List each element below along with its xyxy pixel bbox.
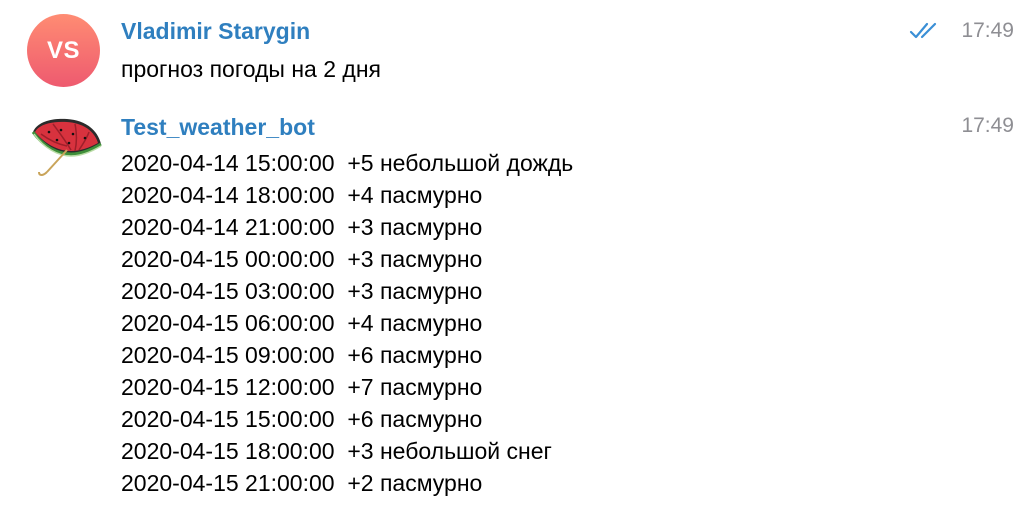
sender-name[interactable]: Vladimir Starygin bbox=[121, 18, 310, 45]
message-text: прогноз погоды на 2 дня bbox=[121, 56, 381, 82]
message-time: 17:49 bbox=[961, 19, 1014, 42]
umbrella-icon[interactable] bbox=[27, 110, 105, 182]
forecast-line: 2020-04-15 12:00:00 +7 пасмурно bbox=[121, 374, 483, 400]
message-text: 2020-04-14 15:00:00 +5 небольшой дождь 20… bbox=[121, 147, 573, 499]
forecast-line: 2020-04-15 18:00:00 +3 небольшой снег bbox=[121, 438, 552, 464]
message-time: 17:49 bbox=[961, 114, 1014, 137]
forecast-line: 2020-04-15 15:00:00 +6 пасмурно bbox=[121, 406, 483, 432]
forecast-line: 2020-04-15 21:00:00 +2 пасмурно bbox=[121, 470, 483, 496]
double-check-read-icon bbox=[909, 22, 937, 39]
forecast-line: 2020-04-15 03:00:00 +3 пасмурно bbox=[121, 278, 483, 304]
forecast-line: 2020-04-14 15:00:00 +5 небольшой дождь bbox=[121, 150, 574, 176]
avatar[interactable]: VS bbox=[27, 14, 100, 87]
message-bot[interactable]: Test_weather_bot 17:49 2020-04-14 15:00:… bbox=[0, 100, 1034, 512]
sender-name[interactable]: Test_weather_bot bbox=[121, 114, 315, 141]
message-user[interactable]: VS Vladimir Starygin 17:49 прогноз погод… bbox=[0, 0, 1034, 100]
forecast-line: 2020-04-15 00:00:00 +3 пасмурно bbox=[121, 246, 483, 272]
forecast-line: 2020-04-14 21:00:00 +3 пасмурно bbox=[121, 214, 483, 240]
forecast-line: 2020-04-15 06:00:00 +4 пасмурно bbox=[121, 310, 483, 336]
forecast-line: 2020-04-15 09:00:00 +6 пасмурно bbox=[121, 342, 483, 368]
forecast-line: 2020-04-14 18:00:00 +4 пасмурно bbox=[121, 182, 483, 208]
